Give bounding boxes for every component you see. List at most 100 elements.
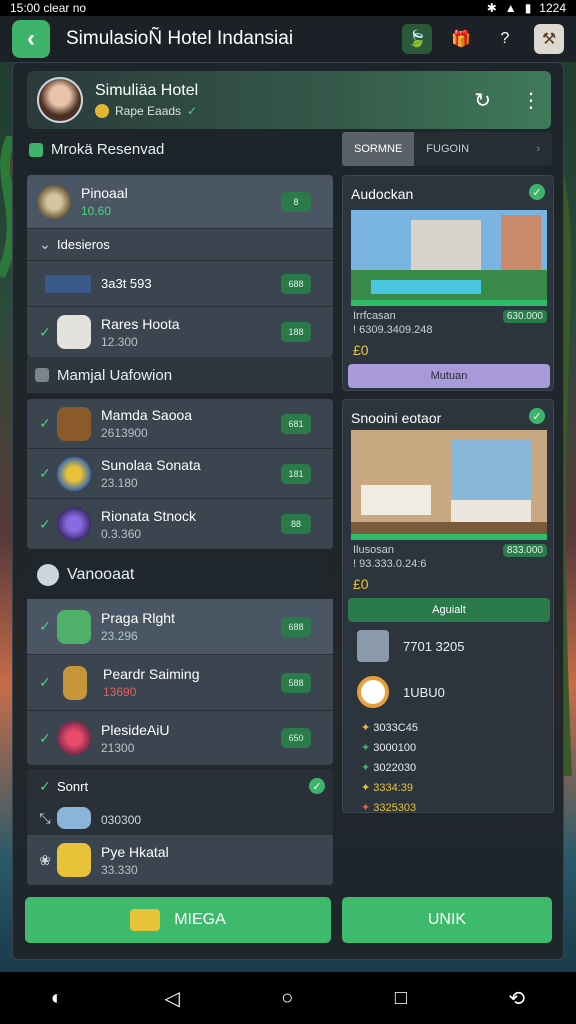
item-value: 0.3.360 bbox=[101, 526, 142, 541]
room-card-1[interactable]: Audockan ✓ Irrfcasan 630.000 ! 6309.3409… bbox=[342, 175, 554, 391]
shoe-icon bbox=[57, 807, 91, 829]
list-item[interactable]: ❀ Pye Hkatal 33.330 bbox=[27, 835, 333, 885]
building-icon bbox=[357, 630, 389, 662]
item-label: Pinoaal bbox=[81, 185, 128, 201]
room-title: Snooini eotaor bbox=[351, 410, 442, 426]
gift-icon[interactable]: 🎁 bbox=[446, 24, 476, 54]
item-pill[interactable]: 681 bbox=[281, 413, 311, 434]
price-value: ! 93.333.0.24:6 bbox=[353, 558, 427, 570]
star-icon: ✦ bbox=[361, 762, 374, 774]
item-label: Rares Hoota bbox=[101, 315, 180, 332]
profile-bar: Simuliäa Hotel Rape Eaads ✓ ↻ ⋮ bbox=[27, 71, 551, 129]
subhead-label: Idesieros bbox=[57, 237, 110, 252]
item-text: Rares Hoota 12.300 bbox=[101, 316, 180, 349]
list-item: ✦ 3334:39 bbox=[361, 782, 414, 794]
price-row: £0 bbox=[353, 576, 547, 592]
item-pill[interactable]: 650 bbox=[281, 728, 311, 748]
tool-icon[interactable]: ⚒ bbox=[534, 24, 564, 54]
status-icons: ✱ ▲ ▮ 1224 bbox=[487, 1, 566, 15]
coin-icon bbox=[357, 676, 389, 708]
list-item[interactable]: ⤡ 030300 bbox=[27, 803, 333, 833]
item-value: 10.60 bbox=[81, 204, 112, 218]
list-item[interactable]: ✓ Mamda Saooa 2613900 681 bbox=[27, 399, 333, 449]
item-pill[interactable]: 181 bbox=[281, 463, 311, 484]
tabs: SORMNE FUGOIN › bbox=[342, 132, 552, 166]
cards-icon bbox=[57, 315, 91, 349]
list-item[interactable]: 3a3t 593 688 bbox=[27, 261, 333, 307]
hotel-exterior-image bbox=[351, 210, 547, 306]
back-icon[interactable]: ◁ bbox=[164, 986, 179, 1011]
globe-icon bbox=[57, 456, 91, 491]
item-value: 2613900 bbox=[101, 426, 148, 440]
item-pill[interactable]: 688 bbox=[281, 616, 311, 637]
item-pill[interactable]: 588 bbox=[281, 672, 311, 693]
check-icon: ✓ bbox=[39, 674, 51, 690]
item-pill[interactable]: 188 bbox=[281, 322, 311, 342]
item-pill[interactable]: 688 bbox=[281, 273, 311, 294]
list-item[interactable]: ✓ Peardr Saiming 13690 588 bbox=[27, 655, 333, 711]
more-icon[interactable]: ⋮ bbox=[521, 88, 541, 113]
list-subhead[interactable]: ✓ Sonrt ✓ bbox=[27, 769, 333, 803]
section2-title: Mamjal Uafowion bbox=[57, 366, 173, 384]
room-card-2[interactable]: Snooini eotaor ✓ Ilusosan 833.000 ! 93.3… bbox=[342, 399, 554, 814]
list-item[interactable]: ✓ Praga Rlght 23.296 688 bbox=[27, 599, 333, 655]
stat-list: ✦ 3033C45 ✦ 3000100 ✦ 3022030 ✦ 3334:39 … bbox=[361, 718, 418, 818]
stat-value: 7701 3205 bbox=[403, 638, 465, 654]
check-icon: ✓ bbox=[39, 415, 51, 431]
check-icon: ✓ bbox=[39, 777, 51, 794]
profile-sub-label: Rape Eaads bbox=[115, 104, 182, 118]
unik-button[interactable]: UNIK bbox=[342, 897, 552, 943]
list-item[interactable]: ✓ Rares Hoota 12.300 188 bbox=[27, 307, 333, 357]
list-card-1: Pinoaal 10.60 8 ⌄ Idesieros 3a3t 593 688… bbox=[27, 175, 333, 357]
tab-second[interactable]: FUGOIN bbox=[414, 132, 481, 166]
price-row: ! 93.333.0.24:6 bbox=[353, 558, 547, 570]
price-pill: 833.000 bbox=[502, 544, 547, 557]
item-pill[interactable]: 8 bbox=[281, 191, 311, 212]
list-item[interactable]: ✓ Rionata Stnock 0.3.360 88 bbox=[27, 499, 333, 549]
list-item[interactable]: ✓ PlesideAiU 21300 650 bbox=[27, 711, 333, 765]
avatar[interactable] bbox=[37, 77, 83, 123]
app-title: SimulasioÑ Hotel Indansiai bbox=[66, 28, 294, 49]
recents-icon[interactable]: □ bbox=[395, 987, 407, 1010]
help-icon[interactable]: ? bbox=[490, 24, 520, 54]
leaf-icon[interactable]: 🍃 bbox=[402, 24, 432, 54]
list-item[interactable]: Pinoaal 10.60 8 bbox=[27, 175, 333, 229]
item-label: 3a3t 593 bbox=[101, 276, 152, 291]
tab-active[interactable]: SORMNE bbox=[342, 132, 415, 166]
price-row: £0 bbox=[353, 342, 547, 358]
room-button[interactable]: Aguialt bbox=[348, 598, 550, 622]
list-subhead[interactable]: ⌄ Idesieros bbox=[27, 229, 333, 261]
check-icon: ✓ bbox=[39, 465, 51, 481]
profile-actions: ↻ ⋮ bbox=[474, 88, 541, 113]
home-icon[interactable]: ○ bbox=[281, 987, 293, 1010]
header-icons: 🍃 🎁 ? ⚒ bbox=[402, 24, 564, 54]
clock-icon bbox=[37, 564, 59, 586]
room-title: Audockan bbox=[351, 186, 414, 202]
item-text: 3a3t 593 bbox=[101, 276, 152, 291]
room-button[interactable]: Mutuan bbox=[348, 364, 550, 388]
rotate-icon[interactable]: ⟲ bbox=[508, 986, 525, 1011]
refresh-icon[interactable]: ↻ bbox=[474, 88, 491, 113]
item-value: 23.180 bbox=[101, 476, 138, 490]
pot-icon bbox=[37, 184, 71, 219]
item-label: Peardr Saiming bbox=[103, 666, 200, 682]
check-icon: ✓ bbox=[187, 104, 198, 118]
profile-name: Simuliäa Hotel bbox=[95, 82, 199, 99]
list-card-3: ✓ Praga Rlght 23.296 688 ✓ Peardr Saimin… bbox=[27, 599, 333, 765]
check-circle-icon: ✓ bbox=[309, 778, 325, 794]
price-main: £0 bbox=[353, 342, 369, 358]
profile-text: Simuliäa Hotel Rape Eaads ✓ bbox=[95, 82, 198, 118]
stat-row: 1UBU0 bbox=[357, 676, 445, 708]
check-icon: ✓ bbox=[39, 618, 51, 634]
assistant-icon[interactable]: ◐ bbox=[51, 987, 63, 1010]
tab-more[interactable]: › bbox=[524, 132, 552, 166]
list-item: ✦ 3000100 bbox=[361, 742, 417, 754]
status-clock: 1224 bbox=[539, 1, 566, 15]
item-pill[interactable]: 88 bbox=[281, 514, 311, 534]
back-button[interactable]: ‹ bbox=[12, 20, 50, 58]
miega-button[interactable]: MIEGA bbox=[25, 897, 331, 943]
section1-title: Mrokä Resenvad bbox=[51, 141, 165, 158]
list-item[interactable]: ✓ Sunolaa Sonata 23.180 181 bbox=[27, 449, 333, 499]
item-value: 030300 bbox=[101, 812, 142, 827]
check-icon: ✓ bbox=[39, 323, 51, 340]
